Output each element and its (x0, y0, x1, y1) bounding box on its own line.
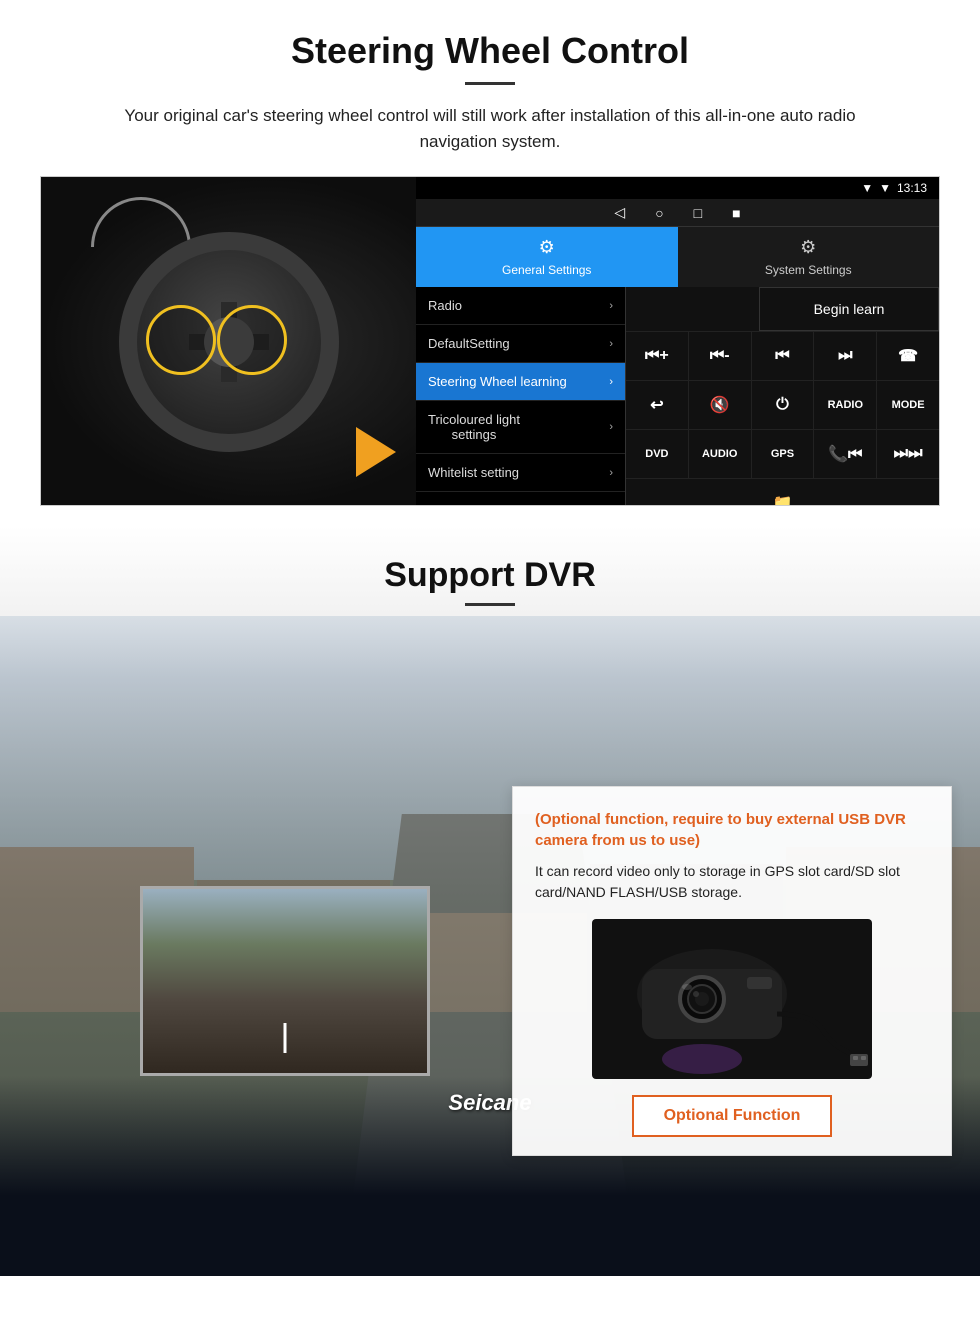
dvr-title-divider (465, 603, 515, 606)
menu-steering-label: Steering Wheel learning (428, 374, 567, 389)
control-row-3: DVD AUDIO GPS 📞⏮ ⏭⏭ (626, 429, 939, 478)
chevron-icon: › (609, 421, 613, 433)
steering-bg (41, 177, 416, 506)
general-settings-icon: ⚙ (539, 237, 555, 258)
menu-item-radio[interactable]: Radio › (416, 287, 625, 325)
steering-wheel (119, 232, 339, 452)
thumbnail-road (143, 889, 427, 1073)
dvr-info-box: (Optional function, require to buy exter… (512, 786, 952, 1156)
title-divider (465, 82, 515, 85)
menu-item-steering-wheel[interactable]: Steering Wheel learning › (416, 363, 625, 401)
menu-item-default-setting[interactable]: DefaultSetting › (416, 325, 625, 363)
control-panel: Begin learn ⏮+ ⏮- ⏮ ⏭ ☎ ↩ 🔇 (626, 287, 939, 506)
steering-section: Steering Wheel Control Your original car… (0, 0, 980, 526)
begin-learn-button[interactable]: Begin learn (759, 287, 939, 331)
status-time: 13:13 (897, 181, 927, 195)
ctrl-gps[interactable]: GPS (752, 430, 815, 478)
ctrl-mode[interactable]: MODE (877, 381, 939, 429)
menu-item-whitelist[interactable]: Whitelist setting › (416, 454, 625, 492)
menu-default-label: DefaultSetting (428, 336, 510, 351)
status-bar: ▼ ▼ 13:13 (416, 177, 939, 199)
dvr-optional-notice: (Optional function, require to buy exter… (535, 809, 929, 851)
wifi-icon: ▼ (861, 181, 873, 195)
menu-tricoloured-label: Tricoloured lightsettings (428, 412, 520, 442)
control-row-4: 📁 (626, 478, 939, 506)
recents-icon[interactable]: □ (694, 205, 702, 221)
android-ui-panel: ▼ ▼ 13:13 ◁ ○ □ ■ ⚙ General Settings ⚙ S… (416, 177, 939, 505)
arrow-indicator (356, 427, 396, 477)
tab-general-label: General Settings (502, 263, 591, 277)
left-button-highlight (146, 305, 216, 375)
dvr-description: It can record video only to storage in G… (535, 861, 929, 903)
ctrl-mute[interactable]: 🔇 (689, 381, 752, 429)
tab-system-label: System Settings (765, 263, 852, 277)
signal-icon: ▼ (879, 181, 891, 195)
dvr-camera-image (592, 919, 872, 1079)
steering-title: Steering Wheel Control (40, 30, 940, 72)
dvr-title: Support DVR (0, 556, 980, 595)
ctrl-audio[interactable]: AUDIO (689, 430, 752, 478)
menu-area: Radio › DefaultSetting › Steering Wheel … (416, 287, 939, 506)
settings-menu-list: Radio › DefaultSetting › Steering Wheel … (416, 287, 626, 506)
chevron-icon: › (609, 467, 613, 479)
dvr-section: Support DVR (Optional function, require … (0, 526, 980, 1276)
menu-radio-label: Radio (428, 298, 462, 313)
ctrl-vol-up[interactable]: ⏮+ (626, 332, 689, 380)
dvr-heading: Support DVR (0, 526, 980, 616)
steering-demo-area: ▼ ▼ 13:13 ◁ ○ □ ■ ⚙ General Settings ⚙ S… (40, 176, 940, 506)
ctrl-skip[interactable]: ⏭⏭ (877, 430, 939, 478)
home-icon[interactable]: ○ (655, 205, 663, 221)
ctrl-radio[interactable]: RADIO (814, 381, 877, 429)
ctrl-dvd[interactable]: DVD (626, 430, 689, 478)
dvr-thumbnail (140, 886, 430, 1076)
menu-whitelist-label: Whitelist setting (428, 465, 519, 480)
ctrl-folder[interactable]: 📁 (626, 479, 939, 506)
menu-item-tricoloured[interactable]: Tricoloured lightsettings › (416, 401, 625, 454)
optional-function-button[interactable]: Optional Function (632, 1095, 832, 1137)
system-settings-icon: ⚙ (800, 237, 816, 258)
steering-photo (41, 177, 416, 506)
ctrl-hang-up[interactable]: ↩ (626, 381, 689, 429)
dvr-camera-svg (592, 919, 872, 1079)
spacer (626, 287, 759, 331)
menu-icon[interactable]: ■ (732, 205, 740, 221)
ctrl-call-prev[interactable]: 📞⏮ (814, 430, 877, 478)
chevron-icon: › (609, 338, 613, 350)
control-row-2: ↩ 🔇 ⏻ RADIO MODE (626, 380, 939, 429)
android-nav-bar: ◁ ○ □ ■ (416, 199, 939, 227)
ctrl-vol-down[interactable]: ⏮- (689, 332, 752, 380)
steering-description: Your original car's steering wheel contr… (90, 103, 890, 154)
ctrl-next-track[interactable]: ⏭ (814, 332, 877, 380)
back-icon[interactable]: ◁ (614, 204, 625, 221)
ctrl-power[interactable]: ⏻ (752, 381, 815, 429)
chevron-icon: › (609, 376, 613, 388)
settings-tabs: ⚙ General Settings ⚙ System Settings (416, 227, 939, 287)
control-row-1: ⏮+ ⏮- ⏮ ⏭ ☎ (626, 331, 939, 380)
right-button-highlight (217, 305, 287, 375)
tab-general-settings[interactable]: ⚙ General Settings (416, 227, 678, 287)
tab-system-settings[interactable]: ⚙ System Settings (678, 227, 940, 287)
road-stripe (284, 1023, 287, 1053)
chevron-icon: › (609, 300, 613, 312)
gauge-graphic (91, 197, 191, 247)
ctrl-call[interactable]: ☎ (877, 332, 939, 380)
begin-learn-row: Begin learn (626, 287, 939, 331)
ctrl-prev-track[interactable]: ⏮ (752, 332, 815, 380)
